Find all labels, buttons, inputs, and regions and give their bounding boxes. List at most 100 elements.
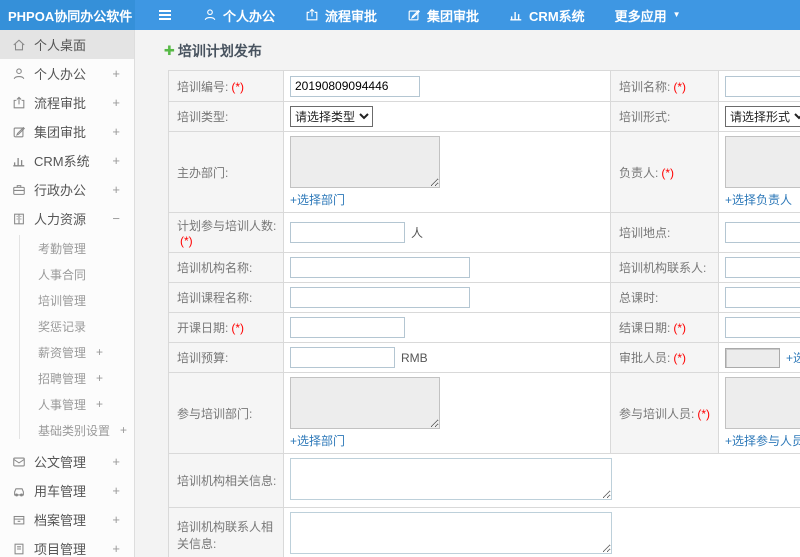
field-label: 参与培训部门: (177, 406, 253, 421)
briefcase-icon (12, 183, 26, 197)
training-number-input[interactable] (290, 75, 420, 97)
form-row: 培训机构名称: 培训机构联系人: (168, 252, 800, 283)
sidebar-item-vehicle-mgmt[interactable]: 用车管理 + (0, 476, 134, 505)
sidebar-subitem-base-category[interactable]: 基础类别设置 + (0, 417, 134, 443)
expand-icon[interactable]: + (112, 512, 120, 527)
training-plan-form: 培训编号:(*) 培训名称:(*) 培训类型: 请选择类型 培训形式: 请选择形… (168, 70, 800, 557)
field-label: 培训类型: (177, 110, 229, 124)
form-row: 培训课程名称: 总课时: (168, 282, 800, 313)
required-mark: (*) (673, 351, 687, 365)
start-date-input[interactable] (290, 317, 405, 338)
select-department-link[interactable]: +选择部门 (290, 191, 345, 208)
form-row: 主办部门: +选择部门 负责人: (*) +选择负责人 (168, 131, 800, 213)
archive-icon (12, 513, 26, 527)
total-hours-input[interactable] (725, 287, 800, 308)
expand-icon[interactable]: + (112, 182, 120, 197)
training-type-select[interactable]: 请选择类型 (290, 106, 373, 127)
expand-icon[interactable]: + (112, 95, 120, 110)
sidebar-item-crm[interactable]: CRM系统 + (0, 146, 134, 175)
topnav-more-apps[interactable]: 更多应用 ▼ (615, 6, 681, 25)
institution-contact-info-textarea[interactable] (290, 512, 612, 554)
expand-icon[interactable]: + (112, 66, 120, 81)
participating-personnel-textarea[interactable] (725, 377, 800, 429)
approver-input[interactable] (725, 347, 780, 368)
expand-icon[interactable]: + (112, 541, 120, 556)
sidebar-item-admin-office[interactable]: 行政办公 + (0, 175, 134, 204)
institution-contact-input[interactable] (725, 257, 800, 278)
course-name-input[interactable] (290, 287, 470, 308)
expand-icon[interactable]: + (112, 124, 120, 139)
main-content: ✚ 培训计划发布 培训编号:(*) 培训名称:(*) 培训类型: 请选择类型 培… (135, 30, 800, 557)
host-department-textarea[interactable] (290, 136, 440, 188)
expand-icon[interactable]: + (112, 153, 120, 168)
select-approver-link[interactable]: +选择审批人员 (786, 349, 800, 366)
form-row: 培训机构相关信息: (168, 453, 800, 508)
training-name-input[interactable] (725, 75, 800, 97)
field-label: 培训机构相关信息: (177, 474, 277, 488)
select-department-link[interactable]: +选择部门 (290, 432, 345, 449)
sidebar-item-process-approval[interactable]: 流程审批 + (0, 88, 134, 117)
institution-info-textarea[interactable] (290, 458, 612, 500)
field-label: 计划参与培训人数: (177, 219, 277, 233)
sidebar-item-personal-office[interactable]: 个人办公 + (0, 59, 134, 88)
expand-icon[interactable]: + (120, 423, 127, 437)
sidebar-subitem-reward-record[interactable]: 奖惩记录 (0, 313, 134, 339)
required-mark: (*) (231, 321, 245, 335)
currency-label: RMB (401, 350, 428, 365)
sidebar-subitem-hr-contract[interactable]: 人事合同 (0, 261, 134, 287)
end-date-input[interactable] (725, 317, 800, 338)
sidebar-item-desktop[interactable]: 个人桌面 (0, 30, 134, 59)
bar-chart-icon (12, 154, 26, 168)
responsible-person-textarea[interactable] (725, 136, 800, 188)
select-participants-link[interactable]: +选择参与人员 (725, 432, 800, 449)
sidebar-subitem-recruit[interactable]: 招聘管理 + (0, 365, 134, 391)
topnav-process-approval[interactable]: 流程审批 (305, 6, 377, 25)
sidebar-item-project-mgmt[interactable]: 项目管理 + (0, 534, 134, 557)
budget-input[interactable] (290, 347, 395, 368)
topnav-group-approval[interactable]: 集团审批 (407, 6, 479, 25)
field-label: 培训名称: (619, 79, 671, 94)
sidebar-subitem-personnel[interactable]: 人事管理 + (0, 391, 134, 417)
notebook-icon (12, 542, 26, 556)
sidebar-subitem-training[interactable]: 培训管理 (0, 287, 134, 313)
select-responsible-link[interactable]: +选择负责人 (725, 191, 792, 208)
collapse-icon[interactable]: − (112, 211, 120, 226)
field-label: 培训编号: (177, 79, 229, 94)
expand-icon[interactable]: + (96, 397, 103, 411)
required-mark: (*) (661, 165, 675, 180)
participating-department-textarea[interactable] (290, 377, 440, 429)
expand-icon[interactable]: + (112, 483, 120, 498)
required-mark: (*) (673, 321, 687, 335)
sidebar-item-group-approval[interactable]: 集团审批 + (0, 117, 134, 146)
home-icon (12, 38, 26, 52)
hr-submenu: 考勤管理 人事合同 培训管理 奖惩记录 薪资管理 + 招聘管理 + 人事管理 + 基础… (0, 233, 134, 447)
form-row: 计划参与培训人数:(*) 人 培训地点: (168, 212, 800, 253)
expand-icon[interactable]: + (96, 345, 103, 359)
sidebar-subitem-salary[interactable]: 薪资管理 + (0, 339, 134, 365)
add-icon: ✚ (164, 43, 175, 58)
sidebar-item-human-resources[interactable]: 人力资源 − (0, 204, 134, 233)
training-form-select[interactable]: 请选择形式 (725, 106, 800, 127)
field-label: 培训形式: (619, 110, 671, 124)
field-label: 结课日期: (619, 321, 671, 335)
required-mark: (*) (673, 79, 687, 94)
topnav-crm[interactable]: CRM系统 (509, 6, 585, 25)
field-label: 培训机构名称: (177, 261, 253, 275)
sidebar-item-archive-mgmt[interactable]: 档案管理 + (0, 505, 134, 534)
required-mark: (*) (697, 406, 711, 421)
training-location-input[interactable] (725, 222, 800, 243)
planned-participants-input[interactable] (290, 222, 405, 243)
hamburger-menu-icon[interactable] (157, 8, 173, 22)
institution-name-input[interactable] (290, 257, 470, 278)
field-label: 负责人: (619, 165, 659, 180)
expand-icon[interactable]: + (96, 371, 103, 385)
form-row: 培训预算: RMB 审批人员:(*) +选择审批人员 (168, 342, 800, 373)
sidebar-item-document-mgmt[interactable]: 公文管理 + (0, 447, 134, 476)
topnav-personal-office[interactable]: 个人办公 (203, 6, 275, 25)
expand-icon[interactable]: + (112, 454, 120, 469)
building-icon (12, 212, 26, 226)
sidebar: 个人桌面 个人办公 + 流程审批 + 集团审批 + CRM系统 + 行政办公 +… (0, 30, 135, 557)
field-label: 培训预算: (177, 351, 229, 365)
sidebar-subitem-attendance[interactable]: 考勤管理 (0, 235, 134, 261)
share-icon (12, 96, 26, 110)
